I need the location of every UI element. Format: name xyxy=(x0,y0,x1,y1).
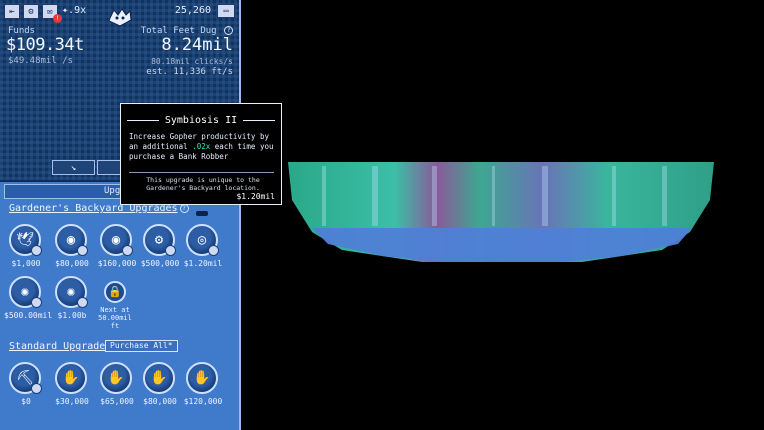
upgrade-cost: $500,000 xyxy=(140,259,180,268)
gear-icon[interactable]: ⚙ xyxy=(23,4,39,19)
upgrade-cost: $1.20mil xyxy=(183,259,223,268)
badge-icon xyxy=(122,245,133,256)
dig-tool-button[interactable]: ↘ xyxy=(52,160,95,175)
badge-icon xyxy=(208,245,219,256)
gold-count: 25,260 xyxy=(174,5,211,16)
badge-icon xyxy=(77,245,88,256)
upgrade-backyard-7[interactable]: ✺ $1.00b xyxy=(55,276,89,320)
badge-icon xyxy=(77,297,88,308)
upgrade-cost: $80,000 xyxy=(55,259,89,268)
lock-icon: 🔒 xyxy=(104,281,126,303)
funds-rate: $49.48mil /s xyxy=(8,56,74,66)
upgrade-standard-2[interactable]: ✋ $30,000 xyxy=(55,362,89,406)
upgrade-backyard-2[interactable]: ◉ $80,000 xyxy=(55,224,89,268)
sparkle-icon: ✺ xyxy=(55,276,88,308)
sparkle-icon: ✦ xyxy=(62,5,69,16)
shovel-icon: ⛏ xyxy=(9,362,42,394)
gear-icon: ⚙ xyxy=(143,224,176,256)
bird-icon: 🕊 xyxy=(9,224,42,256)
tooltip-description: Increase Gopher productivity by an addit… xyxy=(129,132,274,161)
badge-icon xyxy=(165,245,176,256)
dig-hole-visual[interactable] xyxy=(282,160,722,264)
upgrade-standard-1[interactable]: ⛏ $0 xyxy=(9,362,43,406)
upgrade-cost: $1,000 xyxy=(11,259,41,268)
upgrade-backyard-5[interactable]: ◎ $1.20mil xyxy=(184,224,222,268)
sparkle-icon: ✺ xyxy=(9,276,42,308)
upgrade-cost: $120,000 xyxy=(183,397,223,406)
upgrade-backyard-1[interactable]: 🕊 $1,000 xyxy=(9,224,43,268)
toolbar: ⇤ ⚙ ✉! xyxy=(4,4,62,23)
gopher-group-icon: ◉ xyxy=(55,224,88,256)
gopher-coin-icon: ◎ xyxy=(186,224,219,256)
feet-value: 8.24mil xyxy=(161,35,233,55)
upgrade-standard-4[interactable]: ✋ $80,000 xyxy=(143,362,177,406)
upgrade-cost: $80,000 xyxy=(143,397,177,406)
funds-value: $109.34t xyxy=(6,35,84,55)
help-icon[interactable]: ? xyxy=(224,26,233,35)
tooltip-header: Symbiosis II xyxy=(127,112,275,128)
shovel-icon: ↘ xyxy=(70,162,77,173)
tooltip-note: This upgrade is unique to the Gardener's… xyxy=(146,176,260,192)
scroll-handle[interactable] xyxy=(196,211,208,216)
upgrade-cost: $30,000 xyxy=(55,397,89,406)
gopher-logo-icon[interactable] xyxy=(106,6,134,28)
locked-upgrade-text: Next at 50.00mil ft xyxy=(98,306,132,330)
tooltip-price: $1.20mil xyxy=(236,192,275,201)
gopher-icon: ✋ xyxy=(143,362,175,394)
badge-icon xyxy=(31,245,42,256)
badge-icon xyxy=(31,383,42,394)
upgrade-backyard-3[interactable]: ◉ $160,000 xyxy=(98,224,136,268)
left-panel: ⇤ ⚙ ✉! ✦.9x 25,260 ▭ Funds $109.34t $49.… xyxy=(0,0,241,430)
upgrade-cost: $1.00b xyxy=(57,311,87,320)
purchase-all-button[interactable]: Purchase All* xyxy=(105,340,178,352)
clicks-rate: 80.18mil clicks/s xyxy=(151,57,233,66)
upgrade-cost: $160,000 xyxy=(97,259,137,268)
upgrade-cost: $0 xyxy=(21,397,31,406)
upgrade-backyard-6[interactable]: ✺ $500.00mil xyxy=(4,276,52,320)
badge-icon xyxy=(31,297,42,308)
tooltip-title: Symbiosis II xyxy=(164,114,238,126)
upgrades-panel: Upgr Gardener's Backyard Upgrades? 🕊 $1,… xyxy=(0,182,239,430)
tooltip-divider xyxy=(129,172,274,173)
gopher-icon: ✋ xyxy=(100,362,132,394)
upgrade-standard-5[interactable]: ✋ $120,000 xyxy=(184,362,222,406)
feet-rate: est. 11,336 ft/s xyxy=(146,67,233,77)
upgrade-tooltip: Symbiosis II Increase Gopher productivit… xyxy=(120,103,282,205)
mail-icon[interactable]: ✉! xyxy=(42,4,62,23)
upgrade-cost: $500.00mil xyxy=(4,311,53,320)
notification-dot: ! xyxy=(53,14,62,23)
gopher-group-icon: ◉ xyxy=(100,224,133,256)
gopher-icon: ✋ xyxy=(55,362,87,394)
gold-bar-icon[interactable]: ▭ xyxy=(217,4,235,18)
upgrade-standard-3[interactable]: ✋ $65,000 xyxy=(100,362,134,406)
multiplier-display: ✦.9x xyxy=(62,5,87,16)
exit-icon[interactable]: ⇤ xyxy=(4,4,20,19)
upgrade-backyard-4[interactable]: ⚙ $500,000 xyxy=(141,224,179,268)
gopher-icon: ✋ xyxy=(186,362,218,394)
upgrade-cost: $65,000 xyxy=(100,397,134,406)
